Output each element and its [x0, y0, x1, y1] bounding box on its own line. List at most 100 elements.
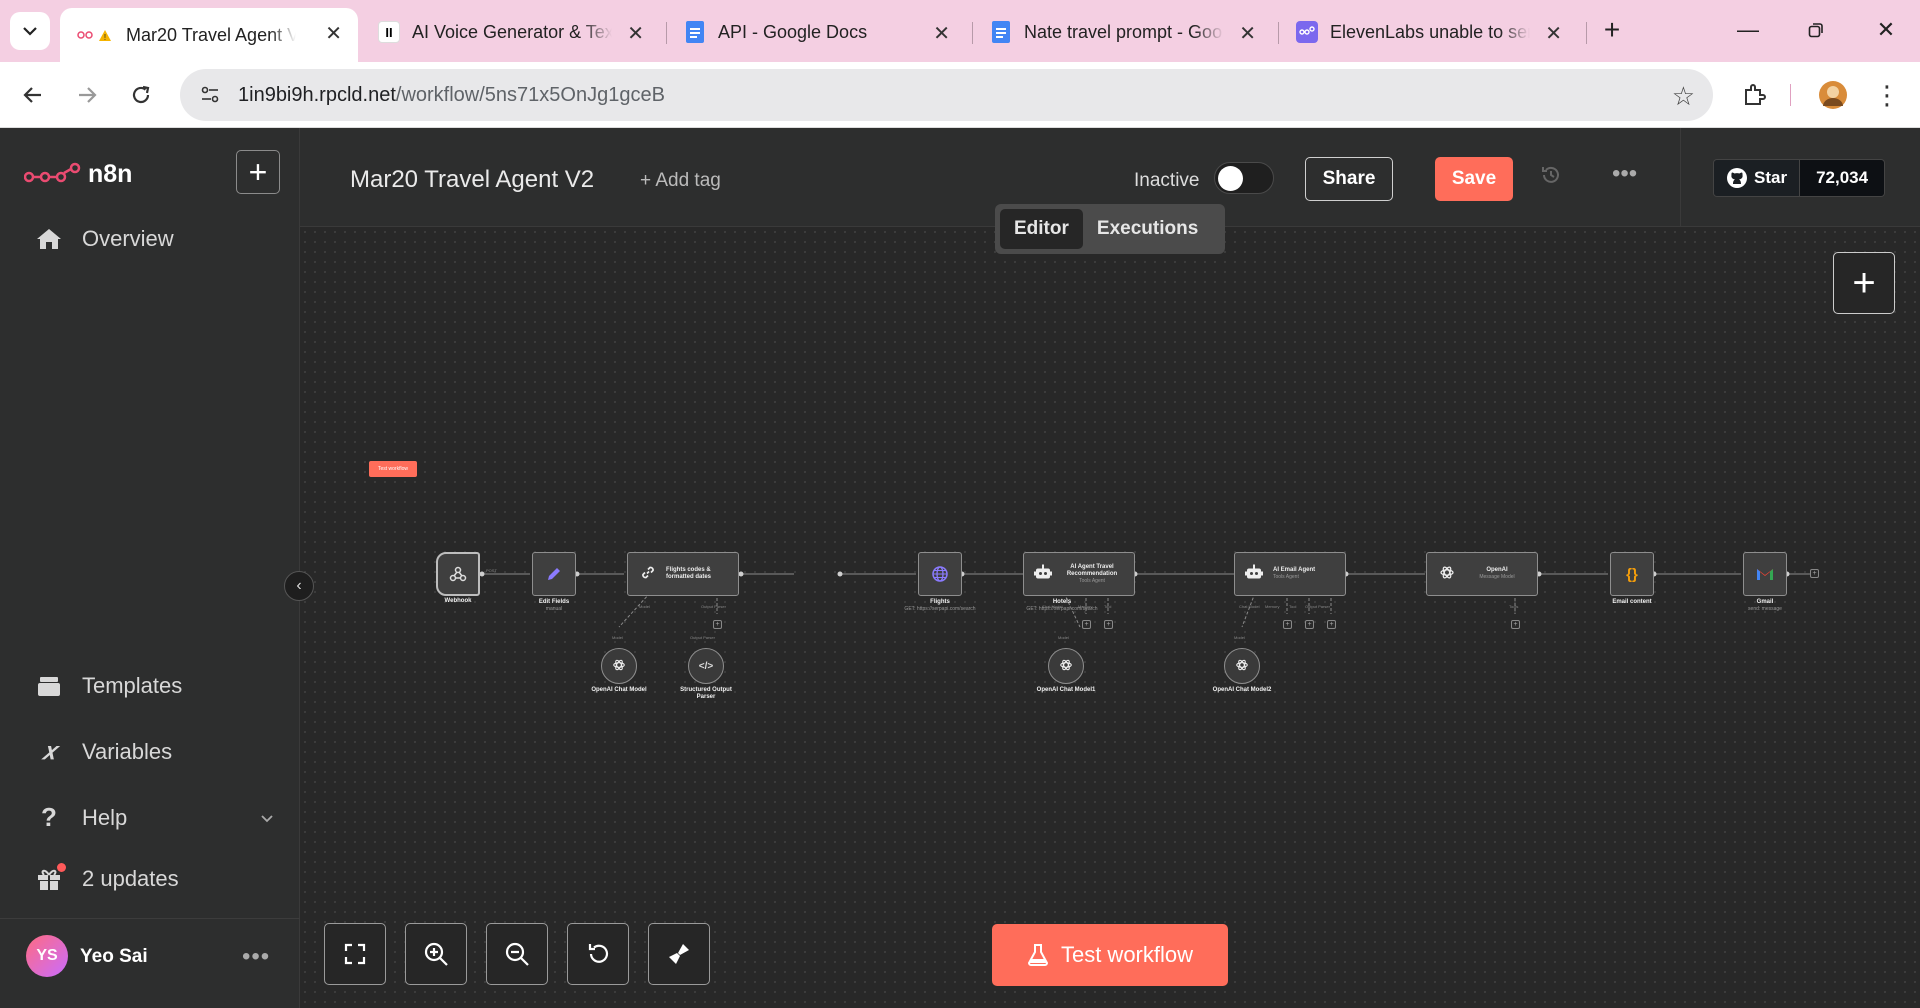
site-info-icon[interactable]	[192, 77, 228, 113]
node-ai-agent-travel[interactable]: AI Agent Travel Recommendation Tools Agen…	[1023, 552, 1135, 596]
help-question-icon: ?	[41, 802, 57, 832]
node-gmail[interactable]: Gmail send: message	[1743, 552, 1787, 612]
profile-avatar[interactable]	[1816, 78, 1850, 112]
tab-search-button[interactable]	[10, 12, 50, 50]
browser-tab-active[interactable]: ! Mar20 Travel Agent V ✕	[60, 8, 358, 62]
tab-executions[interactable]: Executions	[1083, 209, 1212, 249]
new-tab-button[interactable]: +	[1592, 12, 1632, 48]
view-tabs: Editor Executions	[995, 204, 1225, 254]
svg-text:!: !	[104, 33, 106, 42]
close-icon[interactable]: ✕	[627, 21, 644, 46]
test-workflow-button[interactable]: Test workflow	[992, 924, 1228, 986]
address-bar[interactable]: 1in9bi9h.rpcld.net/workflow/5ns71x5OnJg1…	[180, 69, 1713, 121]
test-workflow-tag[interactable]: Test workflow	[369, 461, 417, 477]
sidebar-item-variables[interactable]: 𝑥 Variables	[34, 738, 172, 766]
github-star-button[interactable]: Star 72,034	[1713, 159, 1886, 197]
gmail-icon	[1757, 569, 1773, 580]
n8n-logo[interactable]: n8n	[24, 160, 132, 189]
window-close-icon[interactable]: ✕	[1866, 12, 1906, 48]
close-icon[interactable]: ✕	[325, 21, 342, 46]
forward-icon[interactable]	[70, 78, 104, 112]
node-subtitle: GET: https://serpapi.com/search	[904, 606, 976, 612]
tab-divider	[1586, 22, 1587, 44]
node-label: Email content	[1612, 599, 1652, 605]
reload-icon[interactable]	[124, 78, 158, 112]
pencil-icon	[548, 568, 560, 580]
add-port-button[interactable]: +	[1305, 620, 1314, 629]
workflow-menu-icon[interactable]: •••	[1612, 160, 1637, 188]
close-icon[interactable]: ✕	[933, 21, 950, 46]
add-port-button[interactable]: +	[1283, 620, 1292, 629]
active-toggle[interactable]	[1214, 162, 1274, 194]
home-icon	[34, 227, 64, 251]
node-openai-chat-model2[interactable]: OpenAI Chat Model2	[1213, 648, 1271, 693]
save-button[interactable]: Save	[1435, 157, 1513, 201]
port-label: Tool	[1104, 604, 1112, 609]
more-options-icon[interactable]: •••	[242, 943, 270, 971]
zoom-out-button[interactable]	[486, 923, 548, 985]
browser-menu-icon[interactable]: ⋮	[1870, 78, 1904, 112]
reset-zoom-button[interactable]	[567, 923, 629, 985]
share-button[interactable]: Share	[1305, 157, 1393, 201]
active-status-label: Inactive	[1134, 170, 1200, 191]
browser-tab[interactable]: ElevenLabs unable to sen ✕	[1280, 8, 1578, 56]
node-flights-codes[interactable]: Flights codes & formatted dates	[627, 552, 739, 596]
node-structured-output-parser[interactable]: </> Structured Output Parser	[680, 648, 732, 700]
sidebar-item-help[interactable]: ? Help	[34, 802, 274, 833]
zoom-to-fit-button[interactable]	[324, 923, 386, 985]
node-edit-fields[interactable]: Edit Fields manual	[532, 552, 576, 612]
github-icon	[1727, 168, 1747, 188]
port-label: Memory	[1265, 604, 1280, 609]
node-flights[interactable]: Flights GET: https://serpapi.com/search	[904, 552, 976, 612]
node-webhook[interactable]: Webhook	[436, 552, 480, 604]
node-subtitle: Message Model	[1479, 574, 1515, 580]
node-subtitle: Tools Agent	[1079, 577, 1105, 584]
node-ai-email-agent[interactable]: AI Email Agent Tools Agent	[1234, 552, 1346, 596]
node-openai-chat-model1[interactable]: OpenAI Chat Model1	[1037, 648, 1095, 693]
node-label: Edit Fields manual	[539, 599, 569, 613]
restore-icon[interactable]	[1796, 12, 1836, 48]
sidebar-item-label: Overview	[82, 226, 174, 251]
add-port-button[interactable]: +	[1511, 620, 1520, 629]
sidebar-item-updates[interactable]: 2 updates	[34, 863, 179, 892]
add-node-port-button[interactable]: +	[1810, 569, 1819, 578]
browser-tab[interactable]: II AI Voice Generator & Tex ✕	[362, 8, 660, 56]
node-openai-chat-model[interactable]: OpenAI Chat Model	[591, 648, 647, 693]
close-icon[interactable]: ✕	[1545, 21, 1562, 46]
node-title: Edit Fields	[538, 599, 570, 605]
close-icon[interactable]: ✕	[1239, 21, 1256, 46]
avatar[interactable]: YS	[26, 935, 68, 977]
create-new-button[interactable]: +	[236, 150, 280, 194]
openai-icon	[1235, 658, 1249, 675]
zoom-out-icon	[505, 942, 529, 966]
sidebar-item-overview[interactable]: Overview	[34, 226, 174, 252]
tidy-up-button[interactable]	[648, 923, 710, 985]
node-email-content[interactable]: {} Email content	[1610, 552, 1654, 605]
extensions-icon[interactable]	[1737, 78, 1771, 112]
node-openai[interactable]: OpenAI Message Model	[1426, 552, 1538, 596]
code-braces-icon: {}	[1626, 565, 1638, 583]
elevenlabs-icon: II	[378, 21, 400, 43]
history-icon[interactable]	[1540, 164, 1562, 192]
address-bar-row: 1in9bi9h.rpcld.net/workflow/5ns71x5OnJg1…	[0, 62, 1920, 128]
workflow-canvas[interactable]: + ‹ Test workflow Webhook POST Edit Fiel…	[284, 227, 1920, 1008]
browser-tab[interactable]: API - Google Docs ✕	[668, 8, 966, 56]
add-port-button[interactable]: +	[1327, 620, 1336, 629]
browser-tab[interactable]: Nate travel prompt - Goo ✕	[974, 8, 1272, 56]
add-port-button[interactable]: +	[1082, 620, 1091, 629]
port-label: Output Parser	[701, 604, 726, 609]
tab-editor[interactable]: Editor	[1000, 209, 1083, 249]
workflow-name[interactable]: Mar20 Travel Agent V2	[350, 166, 594, 194]
minimize-icon[interactable]: —	[1728, 12, 1768, 48]
star-text: Star	[1754, 168, 1788, 187]
bookmark-star-icon[interactable]: ☆	[1672, 81, 1695, 112]
node-title: Flights	[930, 599, 950, 605]
url-text: 1in9bi9h.rpcld.net/workflow/5ns71x5OnJg1…	[238, 84, 665, 107]
sidebar-item-templates[interactable]: Templates	[34, 673, 182, 699]
add-port-button[interactable]: +	[1104, 620, 1113, 629]
zoom-in-icon	[424, 942, 448, 966]
back-icon[interactable]	[16, 78, 50, 112]
add-port-button[interactable]: +	[713, 620, 722, 629]
add-tag-button[interactable]: + Add tag	[640, 170, 721, 192]
zoom-in-button[interactable]	[405, 923, 467, 985]
